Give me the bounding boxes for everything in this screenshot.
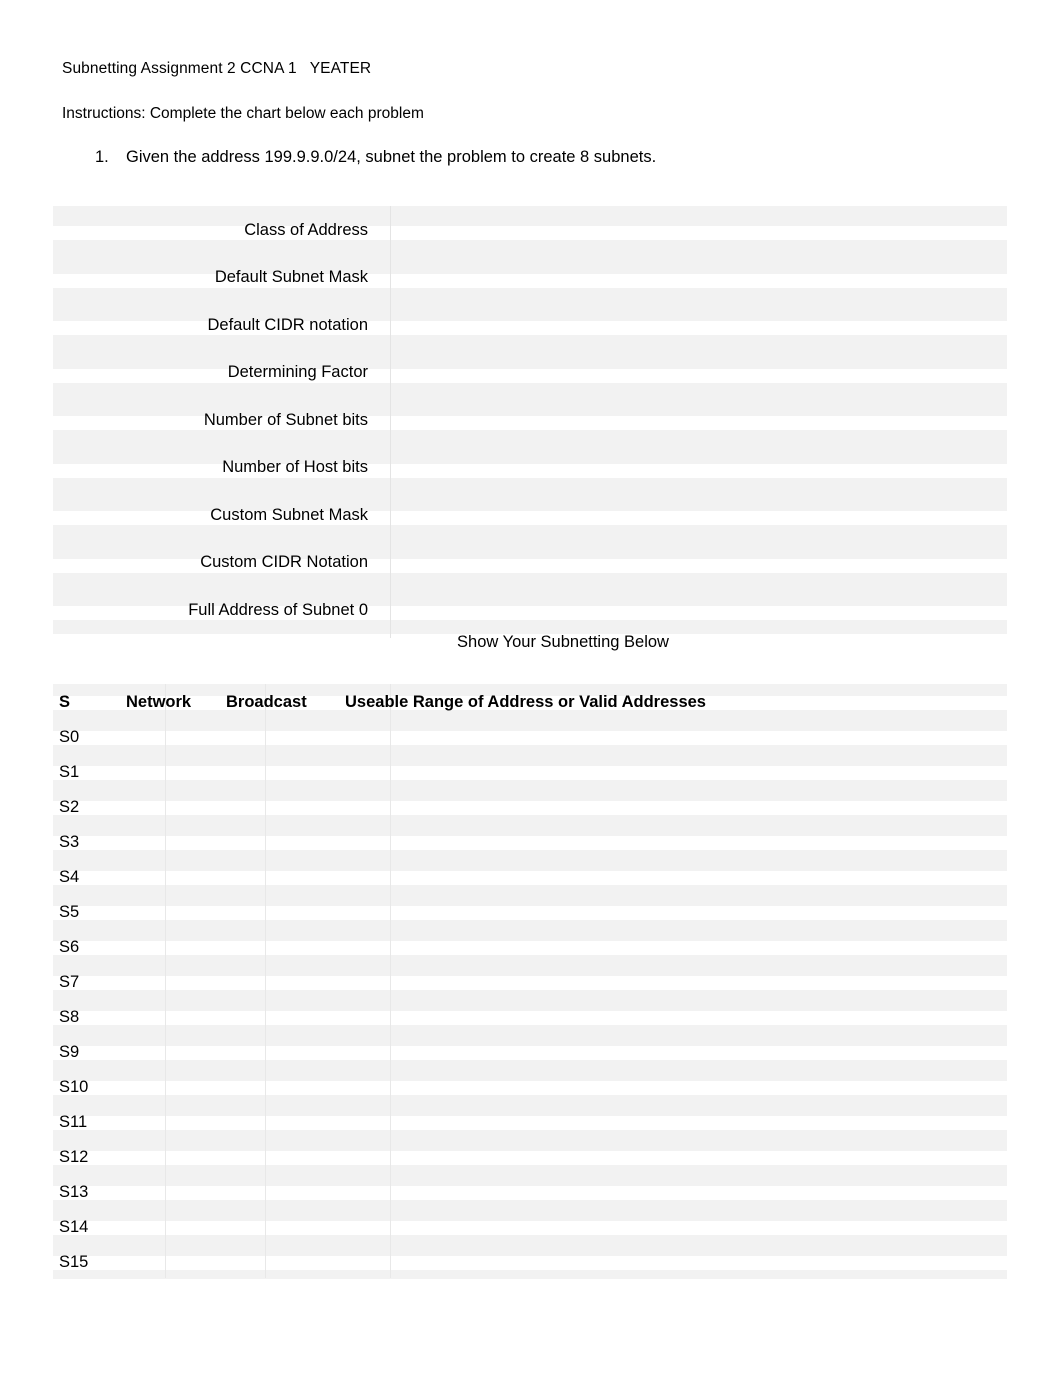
attribute-row: Default CIDR notation bbox=[53, 301, 1007, 349]
subnet-row-label: S7 bbox=[59, 972, 80, 991]
subnet-row-label: S13 bbox=[59, 1182, 89, 1201]
subnet-row-label: S9 bbox=[59, 1042, 80, 1061]
subnet-table-body: S Network Broadcast Useable Range of Addres… bbox=[53, 684, 1007, 1278]
subnet-table-row: S8 bbox=[53, 999, 1007, 1034]
subnet-table-row: S9 bbox=[53, 1034, 1007, 1069]
attribute-label: Default CIDR notation bbox=[207, 315, 369, 334]
problem-list: 1. Given the address 199.9.9.0/24, subne… bbox=[62, 146, 1002, 168]
subnet-table-row: S12 bbox=[53, 1139, 1007, 1174]
column-header-broadcast-address: Broadcast bbox=[226, 692, 307, 711]
attribute-label: Custom Subnet Mask bbox=[210, 505, 368, 524]
subnet-row-label: S12 bbox=[59, 1147, 89, 1166]
subnet-row-label: S1 bbox=[59, 762, 80, 781]
attribute-value-field[interactable] bbox=[390, 266, 1007, 288]
subnetting-caption: Show Your Subnetting Below bbox=[457, 633, 669, 651]
attribute-value-field[interactable] bbox=[390, 504, 1007, 526]
subnet-row-label: S3 bbox=[59, 832, 80, 851]
subnet-table-row: S3 bbox=[53, 824, 1007, 859]
attribute-value-field[interactable] bbox=[390, 409, 1007, 431]
column-header-useable-range: Useable Range of Address or Valid Addres… bbox=[345, 692, 706, 711]
attribute-value-field[interactable] bbox=[390, 599, 1007, 621]
subnet-row-label: S10 bbox=[59, 1077, 89, 1096]
attribute-label: Number of Subnet bits bbox=[203, 410, 368, 429]
subnet-row-label: S8 bbox=[59, 1007, 80, 1026]
subnet-table-row: S15 bbox=[53, 1244, 1007, 1279]
attribute-row: Class of Address bbox=[53, 206, 1007, 254]
attribute-label: Default Subnet Mask bbox=[214, 268, 368, 287]
subnet-table-row: S7 bbox=[53, 964, 1007, 999]
document-title: Subnetting Assignment 2 CCNA 1 YEATER bbox=[62, 60, 372, 77]
column-header-network-address: Network bbox=[126, 692, 192, 711]
attribute-value-field[interactable] bbox=[390, 219, 1007, 241]
subnet-table-row: S2 bbox=[53, 789, 1007, 824]
attribute-table-body: Class of Address Default Subnet Mask Defau… bbox=[53, 206, 1007, 638]
subnet-row-label: S11 bbox=[59, 1112, 88, 1131]
problem-text: Given the address 199.9.9.0/24, subnet t… bbox=[126, 148, 657, 166]
subnet-table-row: S6 bbox=[53, 929, 1007, 964]
attribute-label: Full Address of Subnet 0 bbox=[188, 600, 368, 619]
subnet-table-row: S4 bbox=[53, 859, 1007, 894]
subnet-row-label: S2 bbox=[59, 797, 80, 816]
attribute-label: Determining Factor bbox=[227, 363, 368, 382]
attribute-row: Number of Subnet bits bbox=[53, 396, 1007, 444]
attribute-row: Full Address of Subnet 0 bbox=[53, 586, 1007, 634]
subnet-row-label: S5 bbox=[59, 902, 80, 921]
attribute-row: Custom Subnet Mask bbox=[53, 491, 1007, 539]
attribute-row: Number of Host bits bbox=[53, 444, 1007, 492]
subnet-table: S Network Broadcast Useable Range of Addres… bbox=[53, 684, 1007, 1279]
attribute-row: Default Subnet Mask bbox=[53, 254, 1007, 302]
problem-number: 1. bbox=[95, 148, 109, 166]
problem-item: 1. Given the address 199.9.9.0/24, subne… bbox=[62, 146, 1002, 168]
subnet-table-row: S14 bbox=[53, 1209, 1007, 1244]
subnet-row-label: S4 bbox=[59, 867, 80, 886]
attribute-row: Determining Factor bbox=[53, 349, 1007, 397]
subnet-row-label: S0 bbox=[59, 727, 80, 746]
attribute-value-field[interactable] bbox=[390, 456, 1007, 478]
attribute-table: Class of Address Default Subnet Mask Defau… bbox=[53, 206, 1007, 638]
attribute-label: Class of Address bbox=[244, 220, 368, 239]
document-page: Subnetting Assignment 2 CCNA 1 YEATER In… bbox=[0, 0, 1062, 1376]
subnet-table-row: S13 bbox=[53, 1174, 1007, 1209]
subnet-table-row: S11 bbox=[53, 1104, 1007, 1139]
subnet-table-row: S5 bbox=[53, 894, 1007, 929]
attribute-value-field[interactable] bbox=[390, 551, 1007, 573]
attribute-row: Custom CIDR Notation bbox=[53, 539, 1007, 587]
attribute-label: Number of Host bits bbox=[222, 458, 368, 477]
subnet-row-label: S6 bbox=[59, 937, 80, 956]
attribute-value-field[interactable] bbox=[390, 314, 1007, 336]
subnet-row-label: S15 bbox=[59, 1252, 89, 1271]
subnet-table-row: S0 bbox=[53, 719, 1007, 754]
subnet-table-row: S10 bbox=[53, 1069, 1007, 1104]
subnet-row-label: S14 bbox=[59, 1217, 89, 1236]
attribute-label: Custom CIDR Notation bbox=[200, 553, 368, 572]
subnet-table-header-row: S Network Broadcast Useable Range of Addres… bbox=[53, 684, 1007, 719]
document-instructions: Instructions: Complete the chart below e… bbox=[62, 105, 424, 122]
subnet-table-row: S1 bbox=[53, 754, 1007, 789]
column-header-subnet-id: S bbox=[59, 692, 71, 711]
document-header: Subnetting Assignment 2 CCNA 1 YEATER In… bbox=[62, 58, 1002, 125]
attribute-value-field[interactable] bbox=[390, 361, 1007, 383]
